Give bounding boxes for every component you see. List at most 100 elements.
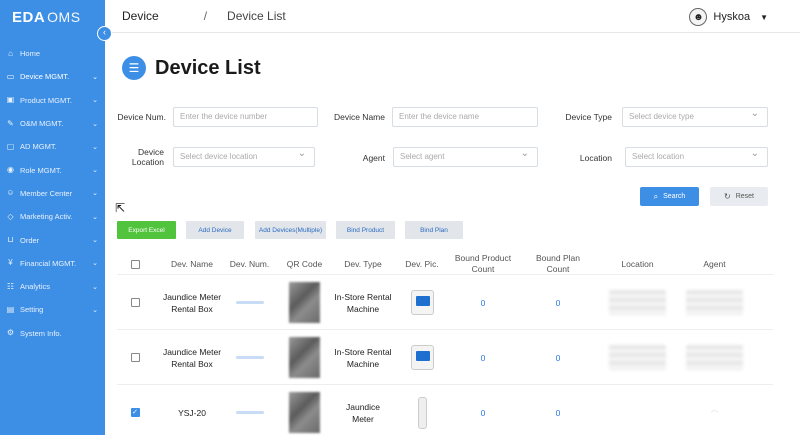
sidebar-item-setting[interactable]: ▤ Setting ⌄ xyxy=(0,298,105,321)
dev-type-cell: In-Store Rental Machine xyxy=(330,330,396,385)
sidebar-item-ad-mgmt[interactable]: ▢ AD MGMT. ⌄ xyxy=(0,135,105,158)
list-icon: ☰ xyxy=(122,56,146,80)
dev-num-cell xyxy=(222,275,277,330)
collapse-sidebar-button[interactable]: ‹ xyxy=(97,26,112,41)
device-type-label: Device Type xyxy=(565,112,612,122)
agent-select[interactable]: Select agent xyxy=(393,145,538,167)
device-type-select[interactable]: Select device type xyxy=(622,105,768,127)
sidebar-item-product-mgmt[interactable]: ▣ Product MGMT. ⌄ xyxy=(0,89,105,112)
row-checkbox[interactable] xyxy=(130,353,140,362)
agent-label: Agent xyxy=(362,153,385,163)
sidebar-item-label: Member Center xyxy=(20,188,73,198)
export-excel-button[interactable]: Export Excel xyxy=(117,221,176,239)
app-logo[interactable]: EDA OMS xyxy=(0,0,105,34)
dev-pic-cell xyxy=(397,385,447,435)
dev-name-line1: YSJ-20 xyxy=(178,407,206,418)
search-button[interactable]: ⌕ Search xyxy=(640,187,699,206)
mouse-cursor-icon: ⇱ xyxy=(115,201,126,215)
agent-cell xyxy=(682,330,747,385)
sidebar-item-o-m-mgmt[interactable]: ✎ O&M MGMT. ⌄ xyxy=(0,112,105,135)
dev-name-cell: Jaundice Meter Rental Box xyxy=(155,330,229,385)
box-icon: ▣ xyxy=(6,95,15,105)
location-cell xyxy=(600,275,675,330)
col-bound-product: Bound Product Count xyxy=(447,253,519,275)
sidebar-item-label: Setting xyxy=(20,305,44,315)
location-select[interactable]: Select location xyxy=(625,145,768,167)
bound-product-count[interactable]: 0 xyxy=(447,275,519,330)
home-icon: ⌂ xyxy=(8,48,13,58)
bound-plan-count[interactable]: 0 xyxy=(522,385,594,435)
sidebar-item-member-center[interactable]: ☺ Member Center ⌄ xyxy=(0,182,105,205)
device-photo[interactable] xyxy=(417,396,427,429)
sidebar-item-financial-mgmt[interactable]: ¥ Financial MGMT. ⌄ xyxy=(0,252,105,275)
dev-num-link[interactable] xyxy=(235,411,264,414)
role-icon: ◉ xyxy=(7,165,14,175)
agent-cell: ◠ xyxy=(682,385,747,435)
table-row[interactable]: Jaundice Meter Rental Box In-Store Rental M… xyxy=(117,330,773,385)
dev-type-line2: Machine xyxy=(346,358,380,369)
row-checkbox[interactable]: ✓ xyxy=(130,408,140,417)
chevron-down-icon: ▼ xyxy=(760,12,768,22)
sidebar-item-role-mgmt[interactable]: ◉ Role MGMT. ⌄ xyxy=(0,158,105,181)
sidebar-item-marketing-activ[interactable]: ◇ Marketing Activ. ⌄ xyxy=(0,205,105,228)
chevron-down-icon: ⌄ xyxy=(92,237,98,245)
row-checkbox[interactable] xyxy=(130,298,140,307)
dev-num-link[interactable] xyxy=(235,301,264,304)
qr-code-image[interactable] xyxy=(289,337,320,378)
sidebar-item-label: O&M MGMT. xyxy=(20,119,64,129)
bound-product-count[interactable]: 0 xyxy=(447,330,519,385)
chevron-down-icon: ⌄ xyxy=(92,283,98,291)
bound-plan-count[interactable]: 0 xyxy=(522,330,594,385)
row-select-cell: ✓ xyxy=(125,385,145,435)
device-photo[interactable] xyxy=(410,290,434,315)
qr-code-image[interactable] xyxy=(289,282,320,323)
sidebar-item-label: Analytics xyxy=(20,282,51,292)
sidebar-item-label: AD MGMT. xyxy=(20,142,57,152)
dev-name-cell: Jaundice Meter Rental Box xyxy=(155,275,229,330)
breadcrumb-device[interactable]: Device xyxy=(122,9,159,23)
bound-plan-count[interactable]: 0 xyxy=(522,275,594,330)
device-location-select[interactable]: Select device location xyxy=(173,145,315,167)
dev-num-link[interactable] xyxy=(235,356,264,359)
table-row[interactable]: ✓ YSJ-20 Jaundice Meter 0 0 ◠ xyxy=(117,385,773,435)
setting-icon: ▤ xyxy=(6,304,15,314)
finance-icon: ¥ xyxy=(8,258,13,268)
logo-sub: OMS xyxy=(47,9,81,25)
col-dev-type: Dev. Type xyxy=(344,258,382,269)
dev-name-line2: Rental Box xyxy=(171,303,213,314)
sidebar-item-system-info[interactable]: ⚙ System Info. xyxy=(0,322,105,345)
sidebar-item-label: Role MGMT. xyxy=(20,165,62,175)
dev-type-cell: In-Store Rental Machine xyxy=(330,275,396,330)
sidebar-item-analytics[interactable]: ☷ Analytics ⌄ xyxy=(0,275,105,298)
device-photo[interactable] xyxy=(410,345,434,370)
bind-product-button[interactable]: Bind Product xyxy=(336,221,395,239)
chevron-down-icon: ⌄ xyxy=(92,73,98,81)
select-all-checkbox[interactable] xyxy=(130,259,140,269)
sidebar: EDA OMS ⌂ Home ▭ Device MGMT. ⌄ ▣ Product MGMT… xyxy=(0,0,105,435)
dev-pic-cell xyxy=(397,330,447,385)
bound-product-count[interactable]: 0 xyxy=(447,385,519,435)
dev-type-line1: In-Store Rental xyxy=(334,346,392,357)
table-row[interactable]: Jaundice Meter Rental Box In-Store Rental M… xyxy=(117,275,773,330)
qr-code-image[interactable] xyxy=(289,392,320,433)
bind-plan-button[interactable]: Bind Plan xyxy=(405,221,463,239)
search-icon: ⌕ xyxy=(653,191,659,201)
location-cell xyxy=(600,385,675,435)
location-value-redacted xyxy=(609,345,666,370)
device-name-input[interactable]: Enter the device name xyxy=(392,107,538,127)
device-num-input[interactable]: Enter the device number xyxy=(173,107,318,127)
add-devices-multiple-button[interactable]: Add Devices(Multiple) xyxy=(255,221,326,239)
col-agent: Agent xyxy=(703,258,726,269)
user-menu[interactable]: ☻ Hyskoa ▼ xyxy=(689,8,768,26)
sidebar-item-home[interactable]: ⌂ Home xyxy=(0,42,105,65)
breadcrumb-separator: / xyxy=(203,9,208,23)
wifi-icon: ◠ xyxy=(711,407,718,417)
chevron-down-icon: ⌄ xyxy=(92,143,98,151)
chevron-down-icon: ⌄ xyxy=(92,306,98,314)
add-device-button[interactable]: Add Device xyxy=(186,221,244,239)
sidebar-item-order[interactable]: ⊔ Order ⌄ xyxy=(0,228,105,251)
sidebar-item-label: Financial MGMT. xyxy=(20,258,77,268)
reset-button[interactable]: ↻ Reset xyxy=(710,187,768,206)
sidebar-item-device-mgmt[interactable]: ▭ Device MGMT. ⌄ xyxy=(0,65,105,88)
reset-button-label: Reset xyxy=(735,193,754,200)
